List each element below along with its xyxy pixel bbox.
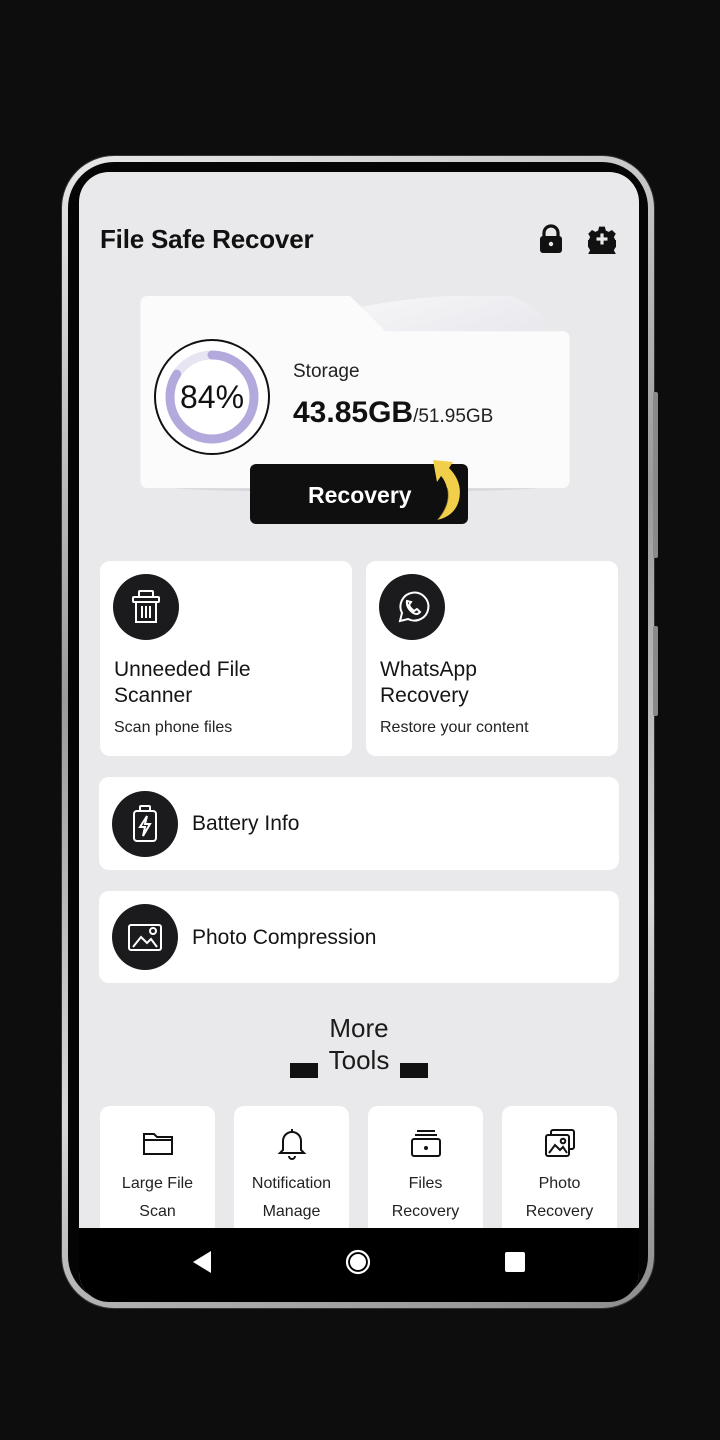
files-recovery-tool[interactable]: Files Recovery (368, 1106, 483, 1236)
volume-button (653, 626, 658, 716)
top-bar: File Safe Recover (79, 172, 639, 302)
image-icon (112, 904, 178, 970)
storage-total: /51.95GB (413, 406, 494, 427)
app-screen: File Safe Recover 84% Storage 43.85GB/51… (79, 172, 639, 1302)
tool-label: Files Recovery (391, 1175, 460, 1220)
large-file-scan-tool[interactable]: Large File Scan (100, 1106, 215, 1236)
card-title: Unneeded File Scanner (114, 658, 251, 707)
home-icon[interactable] (345, 1249, 371, 1275)
whatsapp-recovery-card[interactable]: WhatsApp Recovery Restore your content (366, 561, 618, 756)
tool-label: Notification Manage (251, 1175, 332, 1220)
notification-manage-tool[interactable]: Notification Manage (234, 1106, 349, 1236)
folder-icon (143, 1133, 173, 1155)
bell-icon (277, 1129, 307, 1160)
file-box-icon (411, 1130, 441, 1157)
storage-label: Storage (293, 361, 360, 382)
card-title: WhatsApp Recovery (380, 658, 477, 707)
tool-label: Large File Scan (121, 1175, 194, 1220)
heading-decoration-left (290, 1063, 318, 1078)
card-title: Photo Compression (192, 926, 377, 949)
more-tools-heading: More Tools (328, 1013, 390, 1075)
battery-icon (112, 791, 178, 857)
unneeded-file-scanner-card[interactable]: Unneeded File Scanner Scan phone files (100, 561, 352, 756)
card-title: Battery Info (192, 812, 300, 835)
system-nav-bar (79, 1228, 639, 1302)
storage-used-value: 43.85GB (293, 396, 414, 429)
curved-arrow-icon (433, 460, 460, 521)
storage-percent: 84% (179, 379, 245, 415)
power-button (653, 392, 658, 558)
recents-icon[interactable] (504, 1251, 526, 1273)
gear-icon[interactable] (588, 224, 616, 254)
app-title: File Safe Recover (100, 224, 314, 254)
lock-icon[interactable] (537, 224, 565, 254)
photo-recovery-tool[interactable]: Photo Recovery (502, 1106, 617, 1236)
card-subtitle: Restore your content (380, 719, 529, 736)
photo-icon (545, 1129, 575, 1157)
battery-info-card[interactable]: Battery Info (99, 777, 619, 870)
trash-bin-icon (113, 574, 179, 640)
photo-compression-card[interactable]: Photo Compression (99, 891, 619, 983)
storage-used: 43.85GB/51.95GB (293, 396, 493, 430)
back-icon[interactable] (191, 1250, 213, 1274)
tool-label: Photo Recovery (525, 1175, 594, 1220)
heading-decoration-right (400, 1063, 428, 1078)
card-subtitle: Scan phone files (114, 719, 233, 736)
whatsapp-icon (379, 574, 445, 640)
